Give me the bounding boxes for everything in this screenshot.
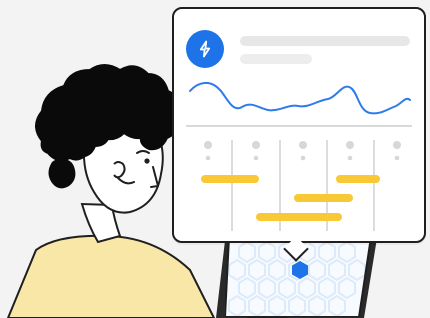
timeline-bar <box>336 175 380 183</box>
timeline-dot <box>299 141 307 149</box>
line-chart <box>186 82 412 127</box>
timeline-dot <box>347 155 353 161</box>
timeline-dot <box>252 141 260 149</box>
timeline-dot <box>393 141 401 149</box>
lightning-bolt-icon <box>186 30 224 68</box>
timeline-dot <box>204 141 212 149</box>
placeholder-line-long <box>240 36 410 46</box>
dashboard-card <box>172 7 426 243</box>
timeline-bar <box>294 194 353 202</box>
timeline-grid <box>201 140 401 231</box>
timeline-dot <box>253 155 259 161</box>
chart-line <box>189 82 411 115</box>
placeholder-line-short <box>240 54 312 64</box>
timeline-bar <box>256 213 342 221</box>
card-header <box>186 25 412 68</box>
timeline-dot <box>346 141 354 149</box>
timeline-dot <box>394 155 400 161</box>
timeline-dot <box>300 155 306 161</box>
timeline-dot <box>205 155 211 161</box>
illustration-stage <box>0 0 430 318</box>
timeline-bar <box>201 175 259 183</box>
